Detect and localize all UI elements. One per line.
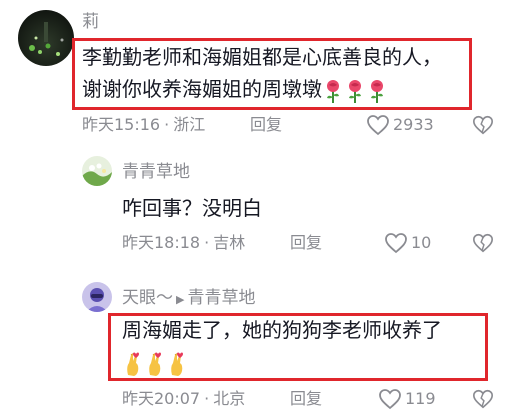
reply-button[interactable]: 回复 xyxy=(290,389,322,409)
comment-username[interactable]: 莉 xyxy=(82,12,99,32)
dot-separator: · xyxy=(204,389,210,408)
comment-text-line2-text: 谢谢你收养海媚姐的周墩墩 xyxy=(82,77,322,101)
comment-emoji-row xyxy=(122,347,188,377)
dot-separator: · xyxy=(164,115,170,134)
comment-text-line1: 李勤勤老师和海媚姐都是心底善良的人， xyxy=(82,45,442,69)
broken-heart-icon[interactable] xyxy=(472,232,494,254)
avatar[interactable] xyxy=(82,282,112,312)
broken-heart-icon[interactable] xyxy=(472,388,494,410)
comment-location: 吉林 xyxy=(213,233,246,252)
rose-emoji xyxy=(322,77,344,103)
pinched-fingers-emoji xyxy=(144,350,166,376)
pinched-fingers-emoji xyxy=(166,350,188,376)
avatar[interactable] xyxy=(18,10,74,66)
broken-heart-icon[interactable] xyxy=(472,114,494,136)
like-count: 119 xyxy=(405,389,436,408)
reply-button[interactable]: 回复 xyxy=(250,115,282,135)
comment-thread: 莉 李勤勤老师和海媚姐都是心底善良的人， 谢谢你收养海媚姐的周墩墩 昨天15:1… xyxy=(0,0,517,420)
pinched-fingers-emoji xyxy=(122,350,144,376)
comment-meta: 昨天20:07 · 北京 xyxy=(122,389,245,409)
avatar[interactable] xyxy=(82,156,112,186)
comment-location: 浙江 xyxy=(173,115,206,134)
like-button[interactable]: 2933 xyxy=(366,114,434,136)
like-button[interactable]: 119 xyxy=(378,388,436,410)
comment-text-line2: 谢谢你收养海媚姐的周墩墩 xyxy=(82,74,388,104)
reply-to-username[interactable]: 青青草地 xyxy=(187,288,255,308)
play-arrow-icon: ▶ xyxy=(176,293,185,306)
heart-icon xyxy=(385,233,407,254)
comment-username-with-reply: 天眼～ ▶ 青青草地 xyxy=(122,288,255,310)
rose-emoji xyxy=(344,77,366,103)
comment-username[interactable]: 天眼～ xyxy=(122,288,173,308)
like-count: 2933 xyxy=(393,115,434,134)
comment-text: 周海媚走了，她的狗狗李老师收养了 xyxy=(122,318,442,342)
heart-icon xyxy=(379,389,401,410)
comment-meta: 昨天15:16 · 浙江 xyxy=(82,115,205,135)
comment-time: 昨天15:16 xyxy=(82,115,161,134)
comment-text: 咋回事？没明白 xyxy=(122,196,262,220)
dot-separator: · xyxy=(204,233,210,252)
heart-icon xyxy=(367,115,389,136)
comment-username[interactable]: 青青草地 xyxy=(122,162,190,182)
rose-emoji xyxy=(366,77,388,103)
comment-time: 昨天20:07 xyxy=(122,389,201,408)
comment-time: 昨天18:18 xyxy=(122,233,201,252)
reply-button[interactable]: 回复 xyxy=(290,233,322,253)
comment-location: 北京 xyxy=(213,389,246,408)
like-count: 10 xyxy=(411,233,432,252)
like-button[interactable]: 10 xyxy=(384,232,431,254)
comment-meta: 昨天18:18 · 吉林 xyxy=(122,233,245,253)
